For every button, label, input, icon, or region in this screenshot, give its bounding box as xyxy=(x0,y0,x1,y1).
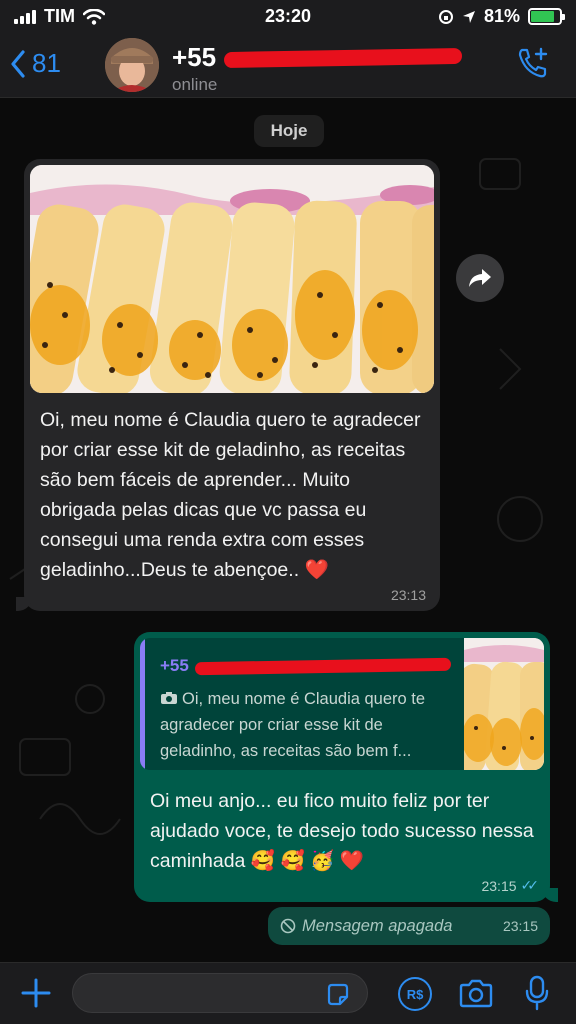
incoming-message[interactable]: Oi, meu nome é Claudia quero te agradece… xyxy=(16,159,440,611)
forward-button[interactable] xyxy=(456,254,504,302)
outgoing-message-meta: 23:15 ✓✓ xyxy=(481,877,540,894)
phone-plus-icon xyxy=(518,47,548,78)
microphone-icon xyxy=(525,975,549,1011)
avatar-image xyxy=(105,38,159,92)
deleted-message[interactable]: Mensagem apagada 23:15 xyxy=(268,907,550,945)
quote-sender: +55 xyxy=(160,656,451,676)
camera-small-icon xyxy=(161,692,177,704)
incoming-message-text: Oi, meu nome é Claudia quero te agradece… xyxy=(40,409,421,581)
geladinho-photo xyxy=(30,165,434,393)
contact-number: +55 xyxy=(172,42,217,72)
sticker-button[interactable] xyxy=(325,982,351,1013)
quote-thumbnail xyxy=(464,638,544,770)
battery-percent: 81% xyxy=(483,6,520,26)
payment-button[interactable]: R$ xyxy=(398,977,432,1011)
orientation-lock-icon xyxy=(438,9,453,24)
payment-label: R$ xyxy=(406,986,424,1002)
plus-icon xyxy=(21,978,51,1008)
quote-text: Oi, meu nome é Claudia quero te agradece… xyxy=(160,690,426,760)
presence-status: online xyxy=(172,75,218,94)
forward-icon xyxy=(469,269,491,287)
contact-name: +55 xyxy=(172,42,463,73)
quote-bar xyxy=(140,638,145,770)
outgoing-message-time: 23:15 xyxy=(481,877,517,894)
message-input-bar: R$ xyxy=(0,962,576,1024)
quote-sender-number: +55 xyxy=(160,656,189,675)
message-input[interactable] xyxy=(72,973,368,1013)
outgoing-message[interactable]: +55 Oi, meu nome é Claudia quero te agra… xyxy=(134,632,558,902)
location-icon xyxy=(462,10,475,23)
chat-area[interactable]: Hoje Oi, meu nome é Claudia quero te agr… xyxy=(0,99,576,962)
camera-button[interactable] xyxy=(458,979,494,1014)
message-photo[interactable] xyxy=(30,165,434,393)
deleted-message-text: Mensagem apagada xyxy=(302,916,453,935)
quote-text-row: Oi, meu nome é Claudia quero te agradece… xyxy=(160,686,436,764)
microphone-button[interactable] xyxy=(524,975,550,1016)
redaction-mark xyxy=(223,47,463,68)
attach-button[interactable] xyxy=(20,977,52,1014)
contact-info[interactable]: +55 online xyxy=(172,42,463,95)
avatar[interactable] xyxy=(105,38,159,92)
read-receipt-icon: ✓✓ xyxy=(520,877,540,893)
add-call-button[interactable] xyxy=(516,46,550,85)
unread-count: 81 xyxy=(32,48,61,78)
chat-header: 81 +55 online xyxy=(0,32,576,98)
back-button[interactable]: 81 xyxy=(10,48,61,79)
status-bar: TIM 23:20 81% xyxy=(0,0,576,32)
outgoing-message-text: Oi meu anjo... eu fico muito feliz por t… xyxy=(150,790,534,872)
battery-fill xyxy=(531,11,554,22)
sticker-icon xyxy=(327,983,349,1006)
camera-icon xyxy=(459,979,493,1008)
battery-icon xyxy=(528,8,565,25)
date-separator: Hoje xyxy=(254,115,324,147)
incoming-message-time: 23:13 xyxy=(390,587,426,603)
quote-redaction-mark xyxy=(194,657,451,675)
chevron-left-icon xyxy=(11,49,25,78)
quoted-message[interactable]: +55 Oi, meu nome é Claudia quero te agra… xyxy=(140,638,544,770)
deleted-message-time: 23:15 xyxy=(502,918,538,934)
status-right: 81% xyxy=(438,6,565,27)
blocked-icon xyxy=(280,918,296,934)
